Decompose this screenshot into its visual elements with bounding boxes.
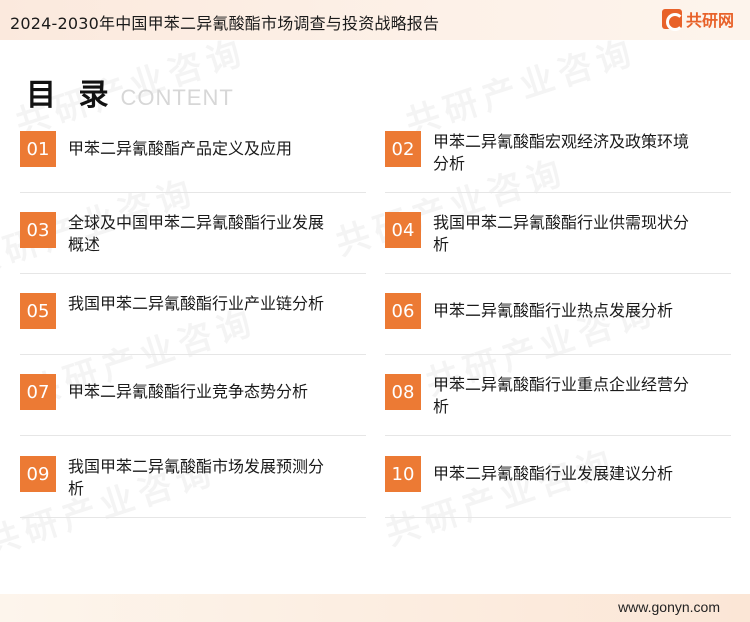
toc-item[interactable]: 10 甲苯二异氰酸酯行业发展建议分析 (385, 456, 731, 518)
header-bar: 2024-2030年中国甲苯二异氰酸酯市场调查与投资战略报告 共研网 (0, 0, 750, 40)
toc-heading: 目 录 CONTENT (26, 70, 234, 114)
toc-item-number: 07 (20, 374, 56, 410)
toc-item-number: 02 (385, 131, 421, 167)
toc-item-label: 甲苯二异氰酸酯产品定义及应用 (68, 139, 293, 158)
toc-item-number: 01 (20, 131, 56, 167)
toc-item-label: 我国甲苯二异氰酸酯行业产业链分析 (68, 294, 325, 313)
toc-item[interactable]: 02 甲苯二异氰酸酯宏观经济及政策环境分析 (385, 131, 731, 193)
toc-item-label: 甲苯二异氰酸酯宏观经济及政策环境分析 (433, 132, 690, 173)
toc-item[interactable]: 05 我国甲苯二异氰酸酯行业产业链分析 (20, 293, 366, 355)
toc-item-label: 我国甲苯二异氰酸酯行业供需现状分析 (433, 213, 690, 254)
toc-item-number: 09 (20, 456, 56, 492)
toc-item-label: 甲苯二异氰酸酯行业竞争态势分析 (68, 382, 309, 401)
document-title: 2024-2030年中国甲苯二异氰酸酯市场调查与投资战略报告 (10, 14, 440, 33)
brand-name: 共研网 (685, 11, 734, 30)
toc-title: 目 录 (26, 78, 115, 113)
toc-subtitle: CONTENT (120, 85, 234, 110)
toc-item[interactable]: 03 全球及中国甲苯二异氰酸酯行业发展概述 (20, 212, 366, 274)
toc-item-number: 06 (385, 293, 421, 329)
toc-item[interactable]: 01 甲苯二异氰酸酯产品定义及应用 (20, 131, 366, 193)
toc-item-label: 甲苯二异氰酸酯行业发展建议分析 (433, 464, 674, 483)
toc-item[interactable]: 09 我国甲苯二异氰酸酯市场发展预测分析 (20, 456, 366, 518)
toc-item-number: 08 (385, 374, 421, 410)
brand-logo-icon (661, 9, 684, 31)
toc-item-label: 全球及中国甲苯二异氰酸酯行业发展概述 (68, 213, 325, 254)
toc-item-number: 05 (20, 293, 56, 329)
toc-item-number: 03 (20, 212, 56, 248)
brand-logo[interactable]: 共研网 (661, 8, 734, 31)
toc-item-label: 我国甲苯二异氰酸酯市场发展预测分析 (68, 457, 325, 498)
toc-item-number: 04 (385, 212, 421, 248)
toc-item[interactable]: 06 甲苯二异氰酸酯行业热点发展分析 (385, 293, 731, 355)
toc-item[interactable]: 04 我国甲苯二异氰酸酯行业供需现状分析 (385, 212, 731, 274)
toc-item[interactable]: 07 甲苯二异氰酸酯行业竞争态势分析 (20, 374, 366, 436)
toc-item-number: 10 (385, 456, 421, 492)
toc-item-label: 甲苯二异氰酸酯行业热点发展分析 (433, 301, 674, 320)
footer-bar: www.gonyn.com (0, 594, 750, 622)
watermark-text: 共研产业咨询 (398, 24, 642, 145)
footer-url[interactable]: www.gonyn.com (618, 599, 720, 615)
toc-item-label: 甲苯二异氰酸酯行业重点企业经营分析 (433, 375, 690, 416)
toc-item[interactable]: 08 甲苯二异氰酸酯行业重点企业经营分析 (385, 374, 731, 436)
